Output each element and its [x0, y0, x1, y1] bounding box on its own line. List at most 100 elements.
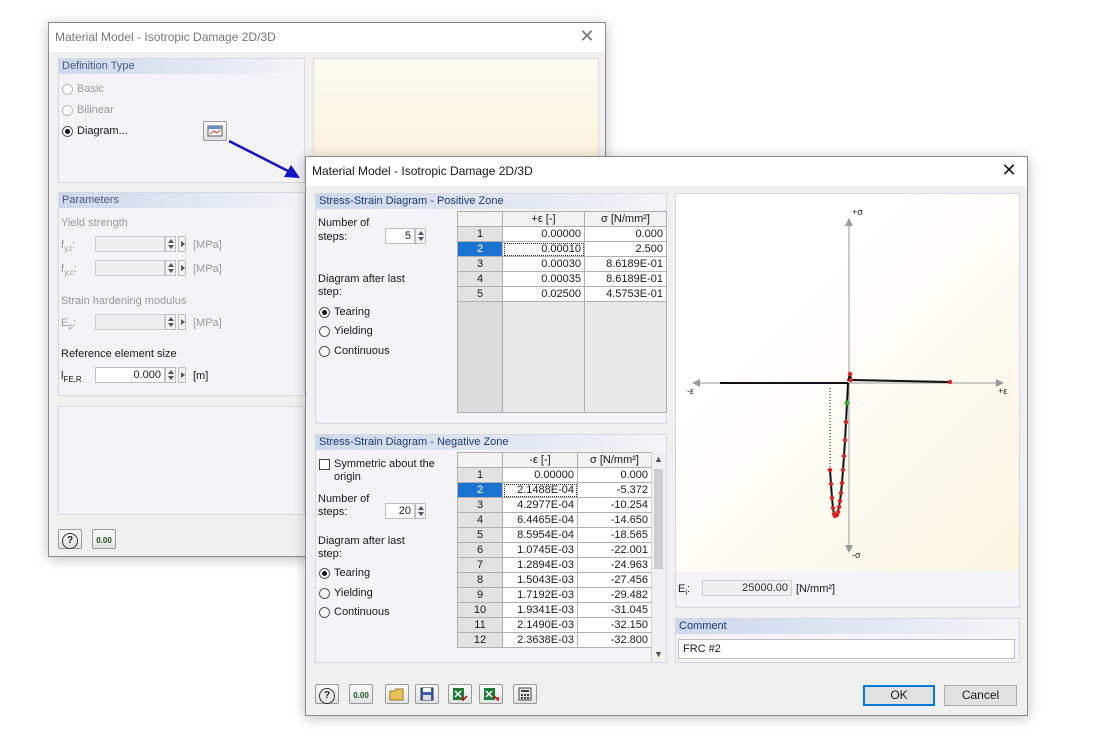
- fyt-arrow[interactable]: [178, 236, 186, 252]
- table-row[interactable]: 30.000308.6189E-01: [458, 257, 667, 272]
- table-row[interactable]: 101.9341E-03-31.045: [458, 603, 652, 618]
- ep-arrow[interactable]: [178, 314, 186, 330]
- eps-cell[interactable]: 1.2894E-03: [503, 558, 578, 573]
- sig-cell[interactable]: -32.800: [578, 633, 652, 648]
- eps-cell[interactable]: 0.00000: [503, 468, 578, 483]
- eps-cell[interactable]: 1.0745E-03: [503, 543, 578, 558]
- row-number[interactable]: 10: [458, 603, 503, 618]
- row-number[interactable]: 4: [458, 272, 503, 287]
- sig-cell[interactable]: 0.000: [585, 227, 667, 242]
- neg-radio-tearing[interactable]: [319, 568, 330, 579]
- table-row[interactable]: 40.000358.6189E-01: [458, 272, 667, 287]
- neg-radio-yielding[interactable]: [319, 588, 330, 599]
- fyt-spinner[interactable]: [165, 236, 176, 252]
- sig-cell[interactable]: -18.565: [578, 528, 652, 543]
- fyc-spinner[interactable]: [165, 260, 176, 276]
- table-row[interactable]: 61.0745E-03-22.001: [458, 543, 652, 558]
- table-row[interactable]: 81.5043E-03-27.456: [458, 573, 652, 588]
- negative-table-scrollbar[interactable]: ▲ ▼: [651, 452, 666, 661]
- lfe-arrow[interactable]: [178, 367, 186, 383]
- eps-cell[interactable]: 2.3638E-03: [503, 633, 578, 648]
- eps-cell[interactable]: 2.1490E-03: [503, 618, 578, 633]
- row-number[interactable]: 5: [458, 528, 503, 543]
- table-row[interactable]: 112.1490E-03-32.150: [458, 618, 652, 633]
- neg-steps-input[interactable]: 20: [385, 503, 415, 519]
- units-button[interactable]: 0.00: [349, 684, 373, 704]
- sig-cell[interactable]: -5.372: [578, 483, 652, 498]
- excel-import-button[interactable]: [448, 684, 472, 704]
- sig-cell[interactable]: 0.000: [578, 468, 652, 483]
- row-number[interactable]: 12: [458, 633, 503, 648]
- sig-cell[interactable]: -29.482: [578, 588, 652, 603]
- table-row[interactable]: 22.1488E-04-5.372: [458, 483, 652, 498]
- neg-steps-spinner[interactable]: [415, 503, 426, 519]
- sig-cell[interactable]: -31.045: [578, 603, 652, 618]
- lfe-spinner[interactable]: [165, 367, 176, 383]
- table-row[interactable]: 58.5954E-04-18.565: [458, 528, 652, 543]
- save-button[interactable]: [415, 684, 439, 704]
- row-number[interactable]: 9: [458, 588, 503, 603]
- eps-cell[interactable]: 1.5043E-03: [503, 573, 578, 588]
- row-number[interactable]: 3: [458, 257, 503, 272]
- pos-radio-continuous[interactable]: [319, 346, 330, 357]
- excel-export-button[interactable]: [479, 684, 503, 704]
- row-number[interactable]: 4: [458, 513, 503, 528]
- table-row[interactable]: 46.4465E-04-14.650: [458, 513, 652, 528]
- table-row[interactable]: 20.000102.500: [458, 242, 667, 257]
- scroll-thumb[interactable]: [654, 469, 663, 569]
- scroll-up-icon[interactable]: ▲: [654, 454, 663, 464]
- table-row[interactable]: 91.7192E-03-29.482: [458, 588, 652, 603]
- row-number[interactable]: 2: [458, 242, 503, 257]
- row-number[interactable]: 1: [458, 468, 503, 483]
- fyt-input[interactable]: [95, 236, 165, 252]
- eps-cell[interactable]: 8.5954E-04: [503, 528, 578, 543]
- fyc-input[interactable]: [95, 260, 165, 276]
- table-row[interactable]: 71.2894E-03-24.963: [458, 558, 652, 573]
- radio-diagram[interactable]: [62, 126, 73, 137]
- eps-cell[interactable]: 0.00030: [503, 257, 585, 272]
- radio-basic[interactable]: [62, 84, 73, 95]
- pos-radio-tearing[interactable]: [319, 307, 330, 318]
- eps-cell[interactable]: 0.00000: [503, 227, 585, 242]
- ep-input[interactable]: [95, 314, 165, 330]
- sig-cell[interactable]: -10.254: [578, 498, 652, 513]
- eps-cell[interactable]: 1.9341E-03: [503, 603, 578, 618]
- cancel-button[interactable]: Cancel: [944, 685, 1017, 706]
- eps-cell[interactable]: 1.7192E-03: [503, 588, 578, 603]
- sig-cell[interactable]: 8.6189E-01: [585, 257, 667, 272]
- ep-spinner[interactable]: [165, 314, 176, 330]
- help-button[interactable]: ?: [315, 684, 339, 704]
- pos-radio-yielding[interactable]: [319, 326, 330, 337]
- sig-cell[interactable]: -32.150: [578, 618, 652, 633]
- sig-cell[interactable]: 8.6189E-01: [585, 272, 667, 287]
- pos-steps-spinner[interactable]: [415, 228, 426, 244]
- row-number[interactable]: 3: [458, 498, 503, 513]
- fyc-arrow[interactable]: [178, 260, 186, 276]
- back-units-button[interactable]: 0.00: [92, 529, 116, 549]
- calculator-button[interactable]: [513, 684, 537, 704]
- row-number[interactable]: 11: [458, 618, 503, 633]
- eps-cell[interactable]: 0.00035: [503, 272, 585, 287]
- ok-button[interactable]: OK: [863, 685, 935, 706]
- eps-cell[interactable]: 0.02500: [503, 287, 585, 302]
- table-row[interactable]: 10.000000.000: [458, 227, 667, 242]
- front-close-icon[interactable]: ✕: [999, 160, 1019, 180]
- row-number[interactable]: 8: [458, 573, 503, 588]
- sig-cell[interactable]: -22.001: [578, 543, 652, 558]
- table-row[interactable]: 10.000000.000: [458, 468, 652, 483]
- symmetric-checkbox[interactable]: [319, 459, 330, 470]
- row-number[interactable]: 7: [458, 558, 503, 573]
- open-button[interactable]: [385, 684, 409, 704]
- eps-cell[interactable]: 4.2977E-04: [503, 498, 578, 513]
- lfe-input[interactable]: 0.000: [95, 367, 165, 383]
- scroll-down-icon[interactable]: ▼: [654, 649, 663, 659]
- sig-cell[interactable]: 2.500: [585, 242, 667, 257]
- row-number[interactable]: 6: [458, 543, 503, 558]
- sig-cell[interactable]: 4.5753E-01: [585, 287, 667, 302]
- pos-steps-input[interactable]: 5: [385, 228, 415, 244]
- neg-radio-continuous[interactable]: [319, 607, 330, 618]
- table-row[interactable]: 50.025004.5753E-01: [458, 287, 667, 302]
- table-row[interactable]: 34.2977E-04-10.254: [458, 498, 652, 513]
- eps-cell[interactable]: 6.4465E-04: [503, 513, 578, 528]
- back-help-button[interactable]: ?: [58, 529, 82, 549]
